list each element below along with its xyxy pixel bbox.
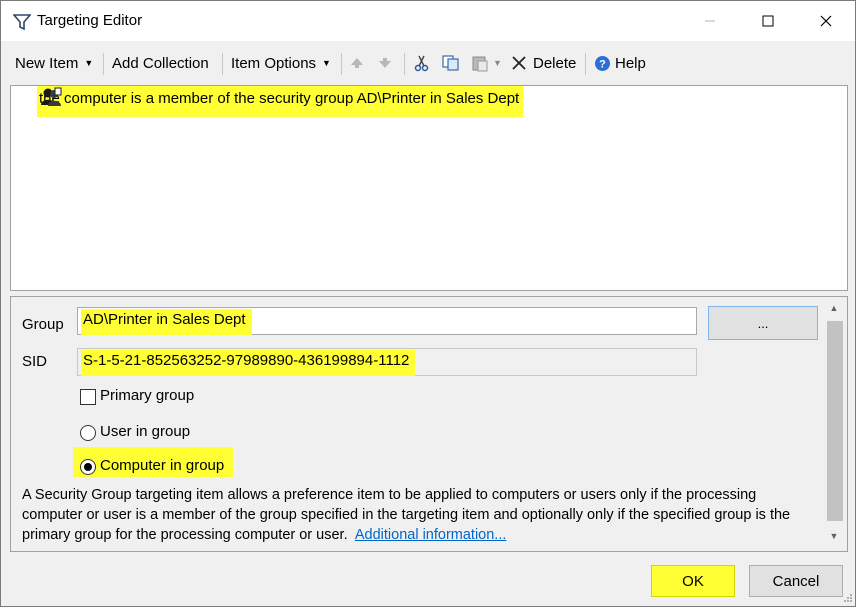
toolbar-separator: [404, 53, 405, 75]
help-icon: ?: [595, 55, 610, 71]
toolbar-separator: [222, 53, 223, 75]
targeting-items-tree: the computer is a member of the security…: [10, 85, 848, 291]
chevron-down-icon: ▼: [493, 58, 502, 68]
security-group-icon: [41, 87, 62, 106]
maximize-icon: [762, 15, 774, 27]
paste-icon: [472, 56, 488, 72]
ok-button[interactable]: OK: [651, 565, 735, 597]
new-item-label: New Item: [15, 54, 79, 72]
group-label: Group: [22, 316, 64, 333]
properties-scrollbar[interactable]: ▲ ▼: [823, 297, 845, 549]
svg-text:?: ?: [599, 58, 606, 70]
delete-x-icon: [512, 56, 526, 70]
item-options-label: Item Options: [231, 54, 317, 72]
add-collection-button[interactable]: Add Collection: [112, 51, 209, 75]
sid-value: S-1-5-21-852563252-97989890-436199894-11…: [81, 350, 416, 376]
paste-button[interactable]: ▼: [471, 51, 502, 75]
maximize-button[interactable]: [739, 1, 797, 41]
user-in-group-label: User in group: [100, 423, 191, 440]
sid-label: SID: [22, 353, 48, 370]
tree-item-label: the computer is a member of the security…: [37, 86, 524, 117]
toolbar-separator: [585, 53, 586, 75]
primary-group-checkbox[interactable]: [80, 389, 96, 405]
toolbar-separator: [341, 53, 342, 75]
add-collection-label: Add Collection: [112, 54, 209, 72]
window-title: Targeting Editor: [37, 12, 143, 29]
additional-information-link[interactable]: Additional information...: [355, 527, 507, 543]
chevron-down-icon: ▼: [322, 58, 331, 68]
browse-label: ...: [757, 315, 769, 331]
scissors-icon: [414, 55, 429, 72]
item-options-dropdown[interactable]: Item Options ▼: [231, 51, 331, 75]
scroll-down-icon[interactable]: ▼: [827, 527, 841, 545]
scrollbar-thumb[interactable]: [827, 321, 843, 521]
cancel-label: Cancel: [772, 572, 820, 590]
delete-button[interactable]: Delete: [511, 51, 576, 75]
move-up-button[interactable]: [349, 51, 365, 75]
arrow-down-icon: [379, 58, 391, 68]
computer-in-group-label: Computer in group: [100, 457, 225, 474]
description-text: A Security Group targeting item allows a…: [22, 485, 812, 545]
minimize-button[interactable]: [681, 1, 739, 41]
primary-group-label: Primary group: [100, 387, 195, 404]
targeting-editor-window: Targeting Editor New Item ▼ Add Collecti…: [0, 0, 856, 607]
tree-item[interactable]: the computer is a member of the security…: [11, 86, 524, 117]
help-label: Help: [615, 54, 646, 72]
copy-button[interactable]: [441, 51, 461, 75]
help-button[interactable]: ? Help: [594, 51, 646, 75]
toolbar-separator: [103, 53, 104, 75]
resize-grip-icon[interactable]: [841, 591, 853, 603]
delete-label: Delete: [533, 54, 577, 72]
chevron-down-icon: ▼: [84, 58, 94, 68]
cancel-button[interactable]: Cancel: [749, 565, 843, 597]
new-item-dropdown[interactable]: New Item ▼: [15, 51, 93, 75]
ok-label: OK: [682, 572, 704, 590]
filter-icon: [13, 14, 31, 31]
close-icon: [820, 15, 832, 27]
arrow-up-icon: [351, 58, 363, 68]
group-value: AD\Printer in Sales Dept: [81, 309, 252, 335]
copy-icon: [442, 55, 459, 71]
computer-in-group-radio[interactable]: [80, 459, 96, 475]
browse-group-button[interactable]: ...: [708, 306, 818, 340]
cut-button[interactable]: [413, 51, 431, 75]
properties-panel: Group AD\Printer in Sales Dept ... SID S…: [10, 296, 848, 552]
close-button[interactable]: [797, 1, 855, 41]
title-bar: Targeting Editor: [1, 1, 855, 41]
minimize-icon: [705, 20, 715, 22]
move-down-button[interactable]: [377, 51, 393, 75]
scroll-up-icon[interactable]: ▲: [827, 299, 841, 317]
user-in-group-radio[interactable]: [80, 425, 96, 441]
toolbar: New Item ▼ Add Collection Item Options ▼: [1, 43, 855, 83]
